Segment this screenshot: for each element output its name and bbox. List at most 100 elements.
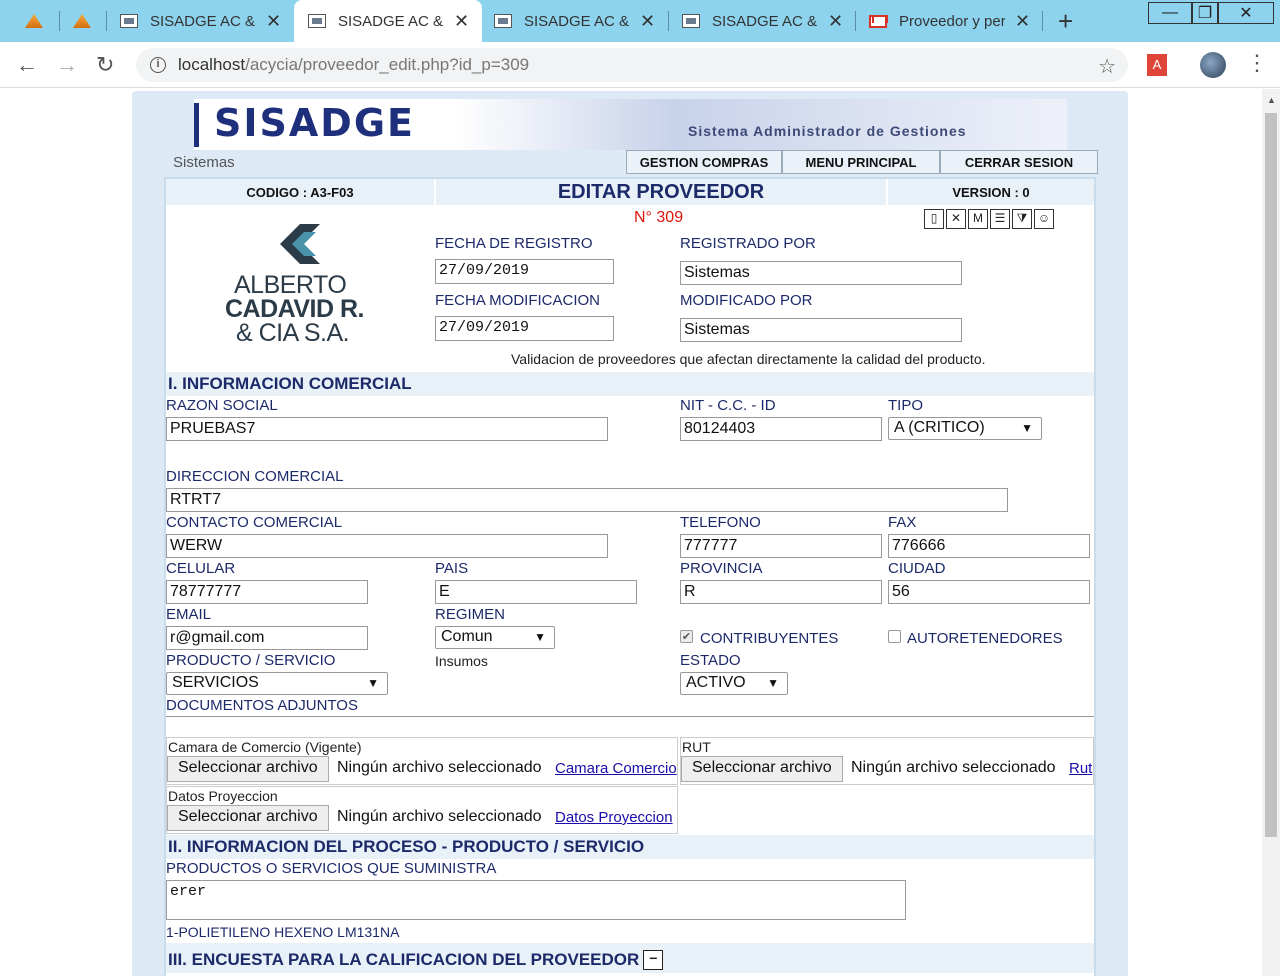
gmail-icon [869,14,887,28]
ciudad-field[interactable]: 56 [888,580,1090,604]
pinned-tab-1[interactable] [14,0,54,42]
modificado-por-field[interactable]: Sistemas [680,318,962,342]
rut-link[interactable]: Rut [1069,760,1092,777]
fecha-registro-field[interactable]: 27/09/2019 [435,259,614,284]
restore-icon[interactable]: ❐ [1192,2,1218,24]
email-label: EMAIL [166,606,212,623]
info-icon[interactable]: i [150,57,166,73]
tipo-value: A (CRITICO) [894,419,985,436]
tab-separator [59,11,60,31]
site-icon [308,14,326,28]
productos-textarea[interactable]: erer [166,880,906,920]
new-document-icon[interactable]: ▯ [924,209,944,229]
producto-servicio-select[interactable]: SERVICIOS ▼ [166,672,388,695]
browser-tab-active[interactable]: SISADGE AC & C ✕ [294,0,482,42]
address-bar[interactable]: i localhost/acycia/proveedor_edit.php?id… [136,48,1128,82]
app-subtitle: Sistema Administrador de Gestiones [688,123,967,139]
pdf-extension-icon[interactable]: A [1147,54,1167,76]
contribuyentes-checkbox[interactable]: ✔ [680,630,693,643]
forward-icon[interactable]: → [56,52,78,78]
bookmark-star-icon[interactable]: ☆ [1098,54,1116,79]
razon-social-field[interactable]: PRUEBAS7 [166,417,608,441]
contribuyentes-label: CONTRIBUYENTES [700,630,839,647]
toggle-icon[interactable]: − [643,950,664,970]
camara-label: Camara de Comercio (Vigente) [168,739,362,755]
browser-tab[interactable]: SISADGE AC & C ✕ [108,0,294,42]
regimen-select[interactable]: Comun ▼ [435,626,555,649]
browser-tab[interactable]: SISADGE AC & C ✕ [482,0,668,42]
provincia-field[interactable]: R [680,580,882,604]
close-window-icon[interactable]: ✕ [1218,2,1274,24]
datos-link[interactable]: Datos Proyeccion [555,809,673,826]
pais-field[interactable]: E [435,580,637,604]
close-tab-icon[interactable]: ✕ [266,11,281,32]
tipo-select[interactable]: A (CRITICO) ▼ [888,417,1042,440]
camara-file-status: Ningún archivo seleccionado [337,759,542,776]
close-tab-icon[interactable]: ✕ [828,11,843,32]
telefono-field[interactable]: 777777 [680,534,882,558]
fax-field[interactable]: 776666 [888,534,1090,558]
scroll-up-icon[interactable]: ▲ [1267,95,1276,105]
divider [166,716,1094,717]
estado-value: ACTIVO [686,674,746,691]
menu-icon[interactable]: M [968,209,988,229]
registrado-por-field[interactable]: Sistemas [680,261,962,285]
profile-avatar[interactable] [1200,52,1226,78]
celular-label: CELULAR [166,560,236,577]
fecha-modificacion-field[interactable]: 27/09/2019 [435,316,614,341]
contacto-label: CONTACTO COMERCIAL [166,514,343,531]
browser-tab[interactable]: SISADGE AC & C ✕ [670,0,856,42]
estado-select[interactable]: ACTIVO ▼ [680,672,788,695]
datos-file-button[interactable]: Seleccionar archivo [167,805,329,831]
autoretenedores-checkbox[interactable] [888,630,901,643]
tab-title: Proveedor y per [899,12,1005,30]
filter-icon[interactable]: ⧩ [1012,209,1032,229]
pma-icon [73,14,91,28]
reload-icon[interactable]: ↻ [96,52,114,78]
proveedor-form: CODIGO : A3-F03 EDITAR PROVEEDOR VERSION… [164,177,1096,976]
rut-file-status: Ningún archivo seleccionado [851,759,1056,776]
tab-title: SISADGE AC & C [712,12,818,30]
tab-separator [1042,11,1043,31]
url-host: localhost [178,55,246,74]
browser-tab[interactable]: Proveedor y per ✕ [857,0,1043,42]
banner-bar [194,103,199,147]
nit-field[interactable]: 80124403 [680,417,882,441]
regimen-label: REGIMEN [435,606,506,623]
camara-link[interactable]: Camara Comercio [555,760,677,777]
minimize-icon[interactable]: — [1148,2,1192,24]
header-banner: SISADGE Sistema Administrador de Gestion… [194,99,1067,150]
close-tab-icon[interactable]: ✕ [640,11,655,32]
close-tab-icon[interactable]: ✕ [1015,11,1030,32]
autoretenedores-label: AUTORETENEDORES [907,630,1063,647]
page-scrollbar[interactable]: ▲ [1262,89,1280,976]
close-tab-icon[interactable]: ✕ [454,11,469,32]
delete-icon[interactable]: ✕ [946,209,966,229]
list-icon[interactable]: ☰ [990,209,1010,229]
smile-icon[interactable]: ☺ [1034,209,1054,229]
celular-field[interactable]: 78777777 [166,580,368,604]
producto-servicio-value: SERVICIOS [172,674,259,691]
nav-menu-principal[interactable]: MENU PRINCIPAL [782,150,940,174]
camara-file-button[interactable]: Seleccionar archivo [167,756,329,782]
direccion-field[interactable]: RTRT7 [166,488,1008,512]
menu-kebab-icon[interactable]: ⋮ [1246,50,1268,76]
nav-cerrar-sesion[interactable]: CERRAR SESION [940,150,1098,174]
email-field[interactable]: r@gmail.com [166,626,368,650]
rut-file-button[interactable]: Seleccionar archivo [681,756,843,782]
datos-label: Datos Proyeccion [168,788,278,804]
current-user: Sistemas [173,154,235,171]
new-tab-icon[interactable]: + [1058,6,1073,37]
form-title: EDITAR PROVEEDOR [436,179,886,205]
nav-gestion-compras[interactable]: GESTION COMPRAS [626,150,782,174]
section-encuesta-title: III. ENCUESTA PARA LA CALIFICACION DEL P… [168,950,640,969]
pinned-tab-2[interactable] [62,0,102,42]
url-text: localhost/acycia/proveedor_edit.php?id_p… [178,55,529,75]
back-icon[interactable]: ← [16,52,38,78]
tab-separator [668,11,669,31]
action-icons: ▯ ✕ M ☰ ⧩ ☺ [924,209,1054,229]
contacto-field[interactable]: WERW [166,534,608,558]
tipo-label: TIPO [888,397,924,414]
section-informacion-comercial: I. INFORMACION COMERCIAL [166,372,1094,396]
scroll-thumb[interactable] [1265,113,1277,837]
